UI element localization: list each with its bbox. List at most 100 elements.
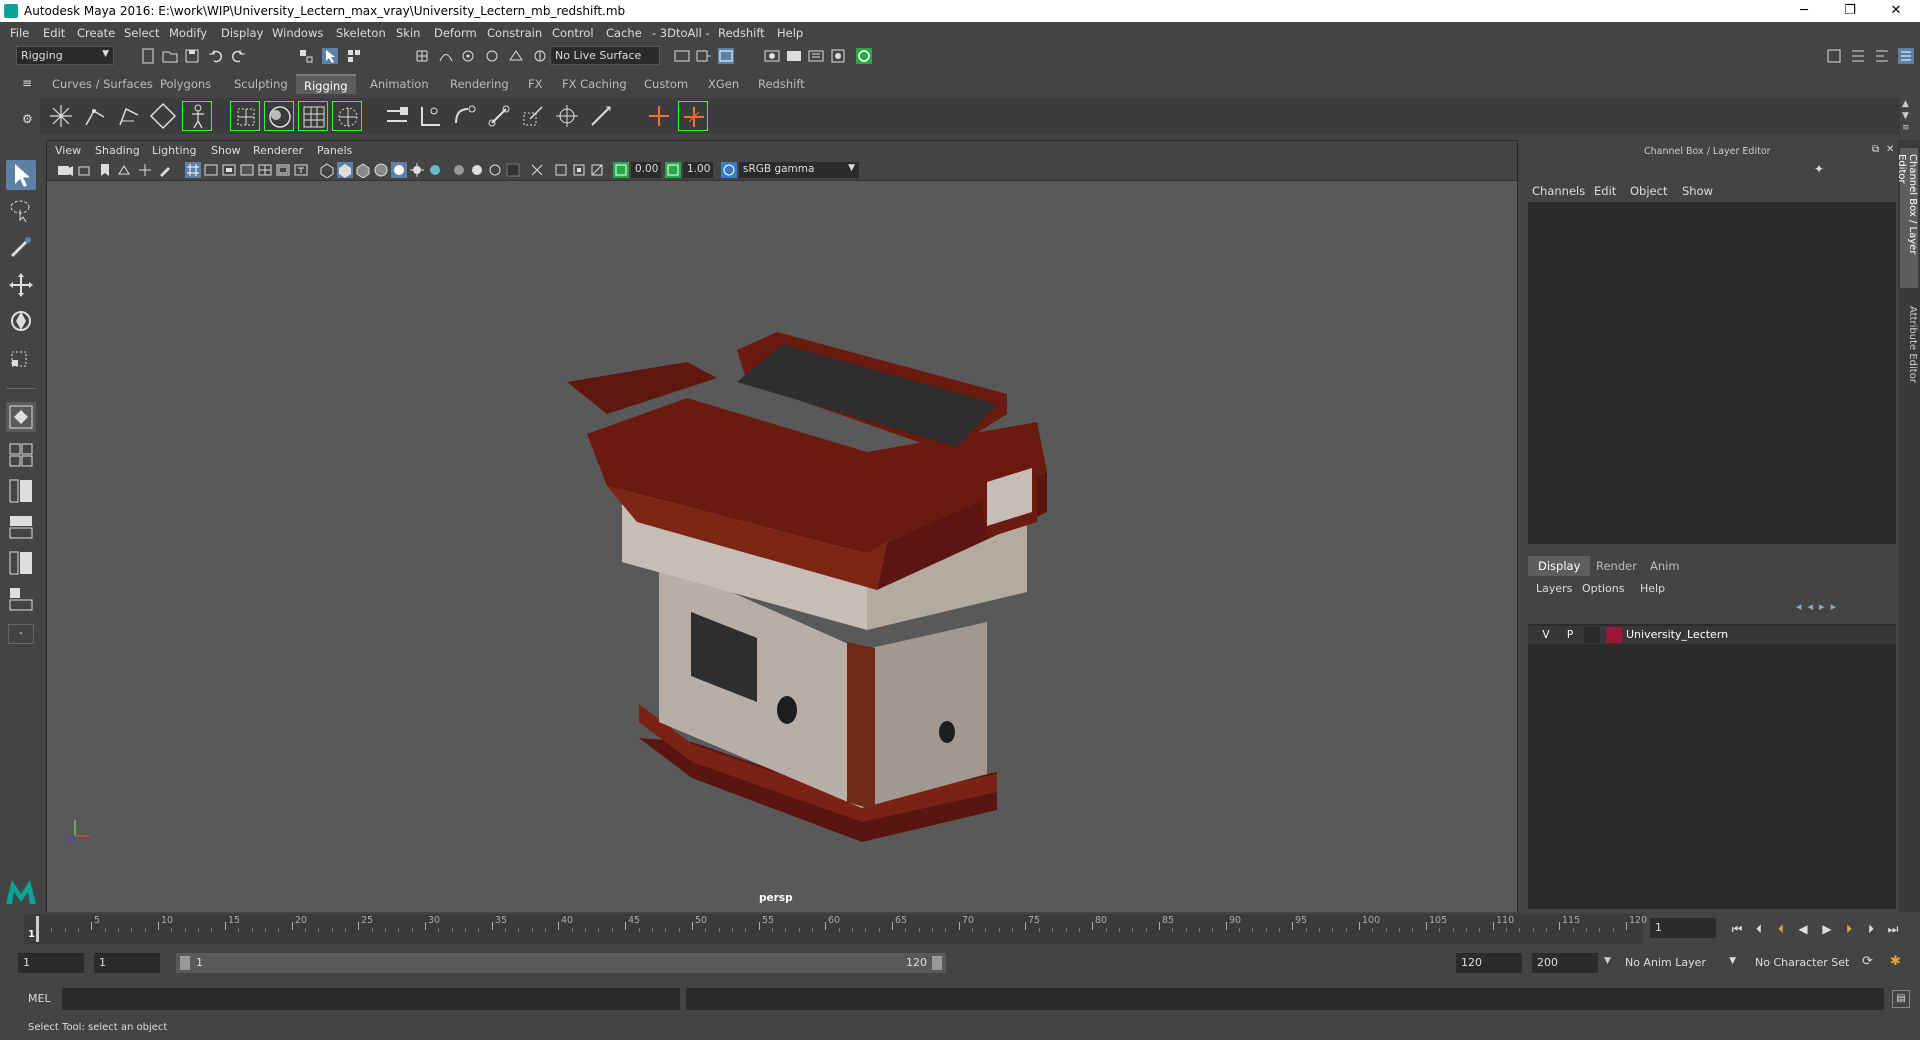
redo-icon[interactable]: [230, 48, 246, 64]
shelf-tab-curves[interactable]: Curves / Surfaces: [44, 74, 161, 94]
auto-key-icon[interactable]: ⟳: [1862, 954, 1873, 969]
layer-tab-render[interactable]: Render: [1586, 556, 1647, 576]
channel-box-menu-edit[interactable]: Edit: [1594, 184, 1616, 198]
side-tab-attribute-editor[interactable]: Attribute Editor: [1900, 300, 1918, 396]
lectern-model[interactable]: [47, 182, 1517, 912]
field-chart-icon[interactable]: [257, 162, 273, 178]
grid-toggle-icon[interactable]: [185, 162, 201, 178]
set-driven-key-icon[interactable]: [678, 101, 708, 131]
shelf-tab-fx[interactable]: FX: [520, 74, 551, 94]
range-end-handle[interactable]: [932, 956, 942, 970]
playback-end-field[interactable]: 120: [1456, 953, 1522, 973]
ik-handle-icon[interactable]: [80, 101, 110, 131]
menu-help[interactable]: Help: [777, 26, 803, 40]
range-start-handle[interactable]: [180, 956, 190, 970]
menu-deform[interactable]: Deform: [434, 26, 477, 40]
select-camera-icon[interactable]: [57, 162, 73, 178]
shadows-icon[interactable]: [409, 162, 425, 178]
time-slider-track[interactable]: 5 10 15 20 25 30 35 40 45 50 55 60 65 70 75 80 85 90 95 100…: [24, 914, 1647, 944]
menu-control[interactable]: Control: [552, 26, 594, 40]
step-back-key-icon[interactable]: ⏴: [1752, 922, 1766, 936]
shelf-menu-icon[interactable]: ≡: [22, 76, 32, 90]
channel-box-menu-show[interactable]: Show: [1682, 184, 1713, 198]
menu-create[interactable]: Create: [77, 26, 115, 40]
render-view-icon[interactable]: [718, 48, 734, 64]
toolbox-extra-button[interactable]: -: [8, 624, 34, 644]
side-tab-channel-box[interactable]: Channel Box / Layer Editor: [1896, 148, 1918, 288]
play-forward-icon[interactable]: ▶: [1820, 922, 1834, 936]
ik-spline-icon[interactable]: [114, 101, 144, 131]
channel-box-options-icon[interactable]: ✦: [1814, 162, 1824, 176]
shelf-settings-icon[interactable]: ⚙: [22, 112, 33, 126]
shelf-tab-custom[interactable]: Custom: [636, 74, 696, 94]
viewport-menu-show[interactable]: Show: [211, 144, 241, 157]
multisample-aa-icon[interactable]: [469, 162, 485, 178]
shelf-tab-sculpting[interactable]: Sculpting: [226, 74, 296, 94]
shelf-tab-redshift[interactable]: Redshift: [750, 74, 813, 94]
step-back-frame-icon[interactable]: ⏴: [1774, 922, 1788, 936]
menu-skin[interactable]: Skin: [396, 26, 420, 40]
shelf-tab-rendering[interactable]: Rendering: [442, 74, 517, 94]
gate-mask-icon[interactable]: [239, 162, 255, 178]
layer-menu-help[interactable]: Help: [1640, 582, 1665, 595]
channel-box-area[interactable]: [1528, 202, 1896, 544]
shelf-tab-animation[interactable]: Animation: [362, 74, 437, 94]
toggle-tool-settings-icon[interactable]: [1874, 48, 1890, 64]
select-tool-icon[interactable]: [6, 160, 36, 190]
grease-pencil-icon[interactable]: [157, 162, 173, 178]
viewport-canvas[interactable]: persp: [47, 182, 1517, 912]
menu-redshift[interactable]: Redshift: [718, 26, 765, 40]
toggle-channel-box-icon[interactable]: [1898, 48, 1914, 64]
motion-blur-icon[interactable]: [451, 162, 467, 178]
play-backward-icon[interactable]: ◀: [1796, 922, 1810, 936]
use-all-lights-icon[interactable]: [391, 162, 407, 178]
menu-skeleton[interactable]: Skeleton: [336, 26, 386, 40]
go-to-end-icon[interactable]: ⏭: [1886, 922, 1900, 936]
select-hierarchy-icon[interactable]: [298, 48, 314, 64]
snap-curve-icon[interactable]: [438, 48, 454, 64]
history-icon[interactable]: [674, 48, 690, 64]
snap-grid-icon[interactable]: [414, 48, 430, 64]
script-editor-icon[interactable]: ▤: [1892, 990, 1910, 1008]
point-constraint-icon[interactable]: [450, 101, 480, 131]
shelf-tab-fx-caching[interactable]: FX Caching: [554, 74, 635, 94]
skeleton-human-icon[interactable]: [182, 101, 212, 131]
viewport-menu-renderer[interactable]: Renderer: [253, 144, 303, 157]
backface-culling-icon[interactable]: [589, 162, 605, 178]
playback-start-field[interactable]: 1: [94, 953, 160, 973]
lasso-tool-icon[interactable]: [6, 196, 36, 226]
film-gate-icon[interactable]: [203, 162, 219, 178]
menu-windows[interactable]: Windows: [272, 26, 323, 40]
four-view-layout-icon[interactable]: [6, 440, 36, 470]
parent-constraint-icon[interactable]: [416, 101, 446, 131]
character-set-dropdown[interactable]: No Character Set: [1750, 953, 1870, 973]
rotate-tool-icon[interactable]: [6, 306, 36, 336]
layer-menu-layers[interactable]: Layers: [1536, 582, 1572, 595]
toggle-attribute-editor-icon[interactable]: [1850, 48, 1866, 64]
redshift-render-icon[interactable]: [856, 48, 872, 64]
live-surface-field[interactable]: No Live Surface: [550, 46, 660, 65]
persp-hypershade-layout-icon[interactable]: [6, 548, 36, 578]
restore-button[interactable]: ❐: [1830, 2, 1870, 20]
textured-icon[interactable]: [373, 162, 389, 178]
camera-attributes-icon[interactable]: [77, 162, 93, 178]
color-management-icon[interactable]: [721, 162, 737, 178]
shelf-tab-xgen[interactable]: XGen: [700, 74, 747, 94]
animation-preferences-icon[interactable]: ✱: [1890, 954, 1901, 969]
layer-visibility-toggle[interactable]: V: [1538, 627, 1554, 643]
aim-constraint-icon[interactable]: [552, 101, 582, 131]
viewport-menu-lighting[interactable]: Lighting: [152, 144, 196, 157]
layer-name[interactable]: University_Lectern: [1626, 628, 1728, 641]
layer-move-arrows-icon[interactable]: ◂◂▸▸: [1796, 600, 1842, 613]
paint-select-tool-icon[interactable]: [6, 232, 36, 262]
color-space-dropdown[interactable]: sRGB gamma ▼: [739, 162, 859, 178]
layer-color-swatch[interactable]: [1606, 627, 1622, 643]
layer-menu-options[interactable]: Options: [1582, 582, 1624, 595]
menu-cache[interactable]: Cache: [606, 26, 642, 40]
current-frame-field[interactable]: 1: [1650, 918, 1716, 938]
resolution-gate-icon[interactable]: [221, 162, 237, 178]
layer-list[interactable]: [1528, 624, 1896, 909]
joint-tool-icon[interactable]: [46, 101, 76, 131]
menu-file[interactable]: File: [10, 26, 29, 40]
snap-point-icon[interactable]: [460, 48, 476, 64]
